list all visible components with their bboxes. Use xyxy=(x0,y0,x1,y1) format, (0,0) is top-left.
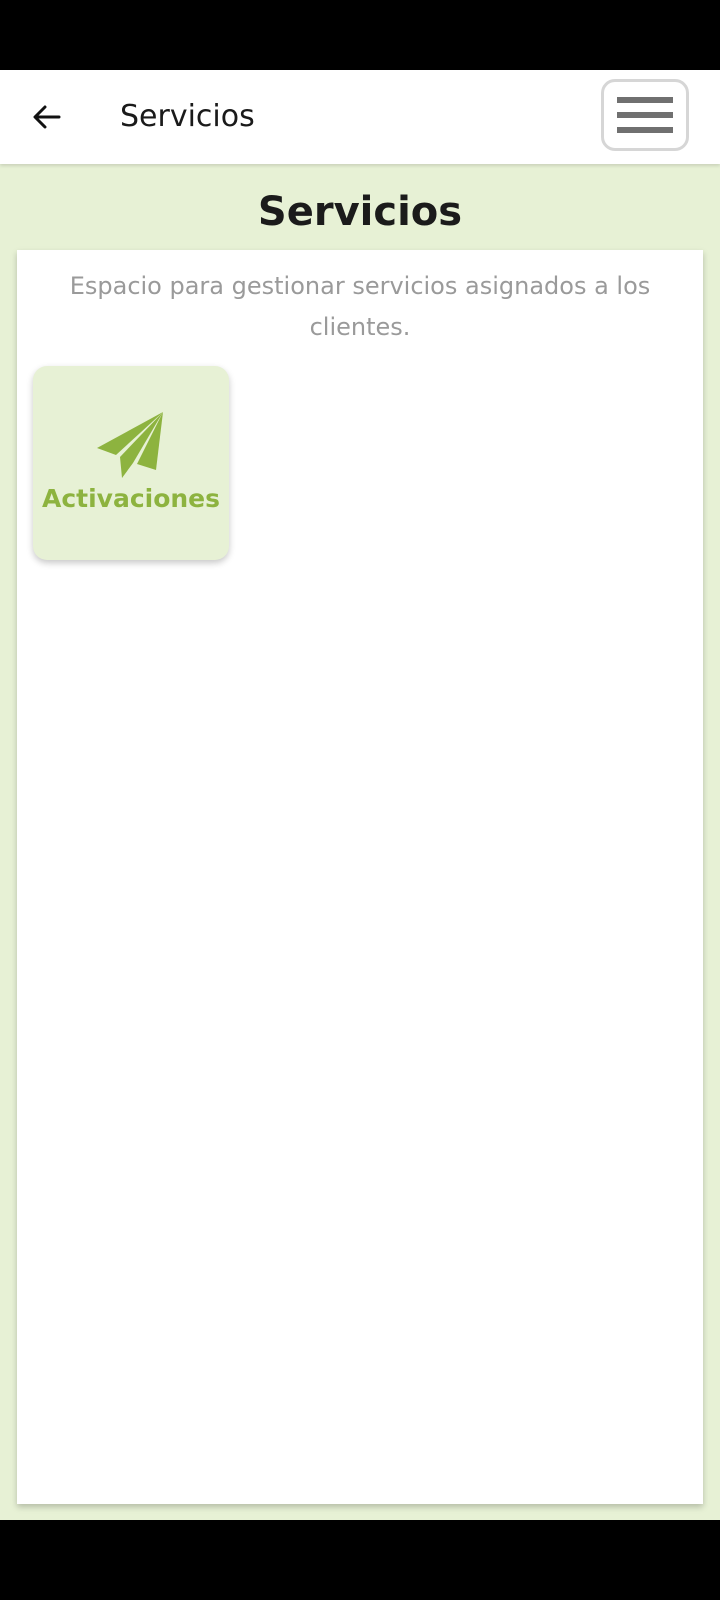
service-tile-activaciones[interactable]: Activaciones xyxy=(33,366,229,560)
services-card: Espacio para gestionar servicios asignad… xyxy=(17,250,703,1504)
status-bar xyxy=(0,0,720,70)
content-area: Servicios Espacio para gestionar servici… xyxy=(0,164,720,1520)
arrow-left-icon xyxy=(33,105,61,129)
paper-plane-icon xyxy=(97,412,163,478)
system-navigation-bar xyxy=(0,1520,720,1600)
back-button[interactable] xyxy=(22,92,72,142)
page-description: Espacio para gestionar servicios asignad… xyxy=(69,272,651,341)
menu-button[interactable] xyxy=(601,79,689,151)
hamburger-menu-icon xyxy=(617,97,673,133)
service-tile-label: Activaciones xyxy=(41,484,221,513)
page-title: Servicios xyxy=(257,189,463,235)
app-bar: Servicios xyxy=(0,70,720,164)
app-bar-title: Servicios xyxy=(120,99,255,134)
